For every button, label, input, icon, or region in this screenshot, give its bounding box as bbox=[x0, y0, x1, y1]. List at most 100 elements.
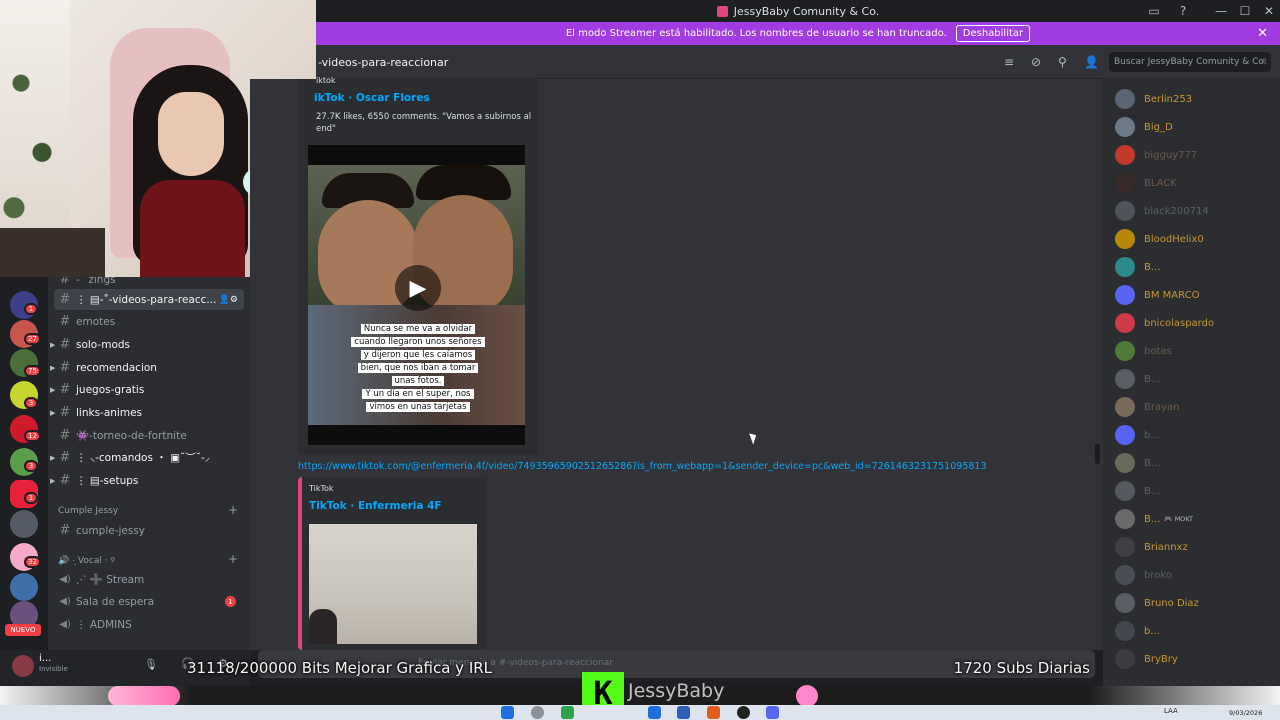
maximize-button[interactable]: ☐ bbox=[1232, 0, 1258, 22]
member-avatar bbox=[1115, 313, 1135, 333]
category-cumple[interactable]: Cumple Jessy bbox=[58, 506, 118, 516]
channel-item[interactable]: # 👾-torneo-de-fortnite bbox=[54, 425, 244, 446]
channel-item[interactable]: ▶ # ⋮ ▤-setups bbox=[50, 470, 244, 491]
channel-label: emotes bbox=[76, 315, 116, 328]
member-avatar bbox=[1115, 229, 1135, 249]
search-icon[interactable] bbox=[531, 706, 544, 719]
member-item[interactable]: Brayan bbox=[1115, 396, 1179, 418]
discord-icon[interactable] bbox=[766, 706, 779, 719]
server-icon[interactable] bbox=[10, 573, 38, 601]
search-input[interactable]: Buscar JessyBaby Comunity & Co. ⌕ bbox=[1109, 52, 1271, 72]
member-item[interactable]: Briannxz bbox=[1115, 536, 1188, 558]
member-name: BM MARCO bbox=[1144, 289, 1200, 301]
edge-icon[interactable] bbox=[561, 706, 574, 719]
close-button[interactable]: ✕ bbox=[1256, 0, 1280, 22]
members-icon[interactable]: 👤 bbox=[1084, 55, 1099, 69]
channel-item[interactable]: ▶ # juegos-gratis bbox=[50, 379, 244, 400]
mute-icon[interactable]: ⊘ bbox=[1031, 55, 1041, 69]
embed-title-link[interactable]: TikTok · Enfermeria 4F bbox=[309, 500, 442, 512]
caption-line: vimos en unas tarjetas bbox=[366, 402, 470, 412]
member-name: B... bbox=[1144, 373, 1161, 385]
server-icon[interactable] bbox=[10, 510, 38, 538]
category-vocal[interactable]: 🔊 ·͙ Vocal ⋅ ୨ bbox=[58, 555, 115, 566]
member-item[interactable]: Berlin253 bbox=[1115, 88, 1192, 110]
channel-item[interactable]: # emotes bbox=[54, 311, 244, 332]
embed-title-link[interactable]: ikTok · Oscar Flores bbox=[314, 92, 430, 104]
member-item[interactable]: bnicolaspardo bbox=[1115, 312, 1214, 334]
member-item[interactable]: B... 🎮 MOKT bbox=[1115, 508, 1193, 530]
avatar[interactable] bbox=[12, 655, 34, 677]
member-item[interactable]: black200714 bbox=[1115, 200, 1209, 222]
member-name: black200714 bbox=[1144, 205, 1209, 217]
start-icon[interactable] bbox=[501, 706, 514, 719]
member-avatar bbox=[1115, 341, 1135, 361]
voice-channel-label: ⋰ ➕ Stream bbox=[76, 574, 145, 586]
message-link[interactable]: https://www.tiktok.com/@enfermeria.4f/vi… bbox=[298, 461, 987, 472]
channel-item[interactable]: ▶ # ⋮ ⸜-comandos ・ ▣˘︶˘-⸝ bbox=[50, 447, 244, 468]
member-item[interactable]: Big_D bbox=[1115, 116, 1173, 138]
unread-indicator-icon: ▶ bbox=[50, 476, 56, 485]
outlook-icon[interactable] bbox=[648, 706, 661, 719]
video-thumbnail[interactable]: ▶ Nunca se me va a olvidar cuando llegar… bbox=[308, 145, 525, 445]
minimize-button[interactable]: — bbox=[1208, 0, 1234, 22]
member-item[interactable]: BM MARCO bbox=[1115, 284, 1199, 306]
channel-item[interactable]: # cumple-jessy bbox=[54, 520, 244, 541]
member-avatar bbox=[1115, 173, 1135, 193]
gear-icon[interactable]: ⚙ bbox=[218, 657, 228, 670]
member-item[interactable]: b... bbox=[1115, 424, 1160, 446]
clock-date[interactable]: 9/03/2026 bbox=[1229, 709, 1262, 717]
member-list: Berlin253 Big_D bigguy777 BLACK black200714 B… bbox=[1103, 79, 1280, 687]
member-item[interactable]: BryBry bbox=[1115, 648, 1178, 670]
caption-line: y dijeron que les caíamos bbox=[360, 350, 476, 360]
play-icon[interactable]: ▶ bbox=[395, 265, 441, 311]
member-item[interactable]: BLACK bbox=[1115, 172, 1177, 194]
keyboard-language[interactable]: LAA bbox=[1164, 707, 1178, 715]
brave-icon[interactable] bbox=[707, 706, 720, 719]
member-avatar bbox=[1115, 649, 1135, 669]
member-item[interactable]: B... bbox=[1115, 368, 1160, 390]
video-thumbnail-2[interactable] bbox=[309, 524, 477, 644]
member-item[interactable]: botas bbox=[1115, 340, 1172, 362]
channel-item-active[interactable]: # ⋮ ▤-˚-videos-para-reacc... 👤⚙ bbox=[54, 289, 244, 310]
title-bar: JessyBaby Comunity & Co. ▭ ? — ☐ ✕ bbox=[316, 0, 1280, 22]
member-item[interactable]: B... bbox=[1115, 452, 1160, 474]
member-item[interactable]: b... bbox=[1115, 620, 1160, 642]
thumbnail-figure bbox=[309, 609, 337, 644]
pin-icon[interactable]: ⚲ bbox=[1058, 55, 1067, 69]
member-item[interactable]: B... bbox=[1115, 480, 1160, 502]
hash-icon: # bbox=[59, 314, 71, 329]
microphone-icon[interactable]: 🎙 bbox=[144, 658, 158, 671]
member-item[interactable]: B... bbox=[1115, 256, 1160, 278]
member-item[interactable]: Bruno Diaz bbox=[1115, 592, 1199, 614]
channel-item[interactable]: ▶ # solo-mods bbox=[50, 334, 244, 355]
channel-label: links-animes bbox=[76, 406, 142, 419]
user-panel: i... Invisible 🎙 🎧 ⚙ bbox=[0, 650, 250, 686]
voice-channel[interactable]: ◀) Sala de espera 1 bbox=[54, 591, 244, 612]
member-name: bnicolaspardo bbox=[1144, 317, 1215, 329]
disable-streamer-mode-button[interactable]: Deshabilitar bbox=[955, 25, 1031, 42]
member-item[interactable]: BloodHelix0 bbox=[1115, 228, 1204, 250]
overlay-pink-dot bbox=[796, 685, 818, 707]
streamer-top bbox=[140, 180, 245, 277]
message-input[interactable]: Enviar mensaje a #-videos-para-reacciona… bbox=[258, 650, 1095, 678]
hash-icon: # bbox=[59, 428, 71, 443]
add-channel-icon[interactable]: + bbox=[228, 503, 238, 517]
channel-item[interactable]: ▶ # links-animes bbox=[50, 402, 244, 423]
member-item[interactable]: bigguy777 bbox=[1115, 144, 1197, 166]
chat-scrollbar[interactable] bbox=[1095, 444, 1100, 464]
banner-close-icon[interactable]: ✕ bbox=[1257, 26, 1268, 41]
help-icon[interactable]: ? bbox=[1170, 0, 1196, 22]
add-channel-icon[interactable]: + bbox=[228, 552, 238, 566]
word-icon[interactable] bbox=[677, 706, 690, 719]
voice-channel[interactable]: ◀) ⋰ ➕ Stream bbox=[54, 569, 244, 590]
headphones-icon[interactable]: 🎧 bbox=[181, 657, 195, 670]
threads-icon[interactable]: ≡ bbox=[1004, 55, 1014, 69]
shelf bbox=[0, 228, 105, 277]
settings-icon[interactable]: 👤⚙ bbox=[219, 295, 238, 305]
inbox-icon[interactable]: ▭ bbox=[1141, 0, 1167, 22]
channel-item[interactable]: ▶ # recomendacion bbox=[50, 357, 244, 378]
hash-icon: # bbox=[59, 473, 71, 488]
obs-icon[interactable] bbox=[737, 706, 750, 719]
voice-channel[interactable]: ◀) ⋮ ADMINS bbox=[54, 614, 244, 635]
member-item[interactable]: broko bbox=[1115, 564, 1172, 586]
